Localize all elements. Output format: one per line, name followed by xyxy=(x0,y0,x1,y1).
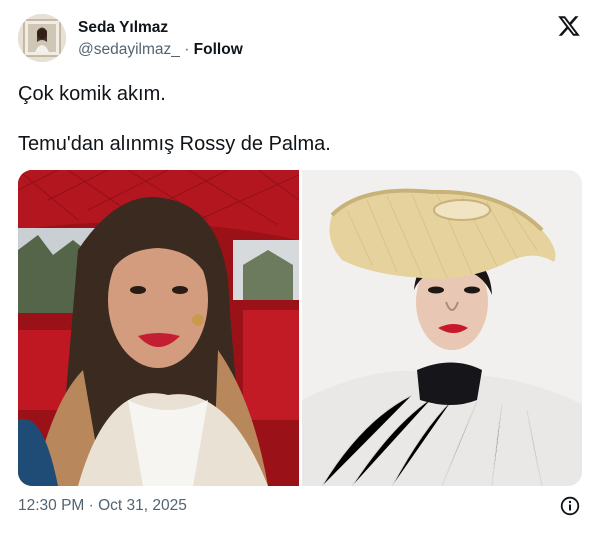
follow-button[interactable]: Follow xyxy=(194,41,243,58)
info-icon[interactable] xyxy=(560,496,580,516)
tweet-timestamp[interactable]: 12:30 PM · Oct 31, 2025 xyxy=(18,496,187,516)
author-avatar[interactable] xyxy=(18,14,66,62)
media-photo-2[interactable] xyxy=(301,170,582,486)
tweet-text-line-2: Temu'dan alınmış Rossy de Palma. xyxy=(18,133,331,155)
tweet-media-grid xyxy=(18,170,582,486)
tweet-text-line-1: Çok komik akım. xyxy=(18,83,166,105)
photo-woman-in-car-icon xyxy=(18,170,299,486)
photo-woman-with-hat-icon xyxy=(301,170,582,486)
handle-separator: · xyxy=(179,41,194,58)
x-logo-icon[interactable] xyxy=(556,14,582,38)
avatar-photo xyxy=(18,14,66,62)
author-handle[interactable]: @sedayilmaz_ xyxy=(78,41,180,58)
author-name[interactable]: Seda Yılmaz xyxy=(78,18,168,38)
author-handle-row: @sedayilmaz_ · Follow xyxy=(78,40,243,60)
media-photo-1[interactable] xyxy=(18,170,299,486)
